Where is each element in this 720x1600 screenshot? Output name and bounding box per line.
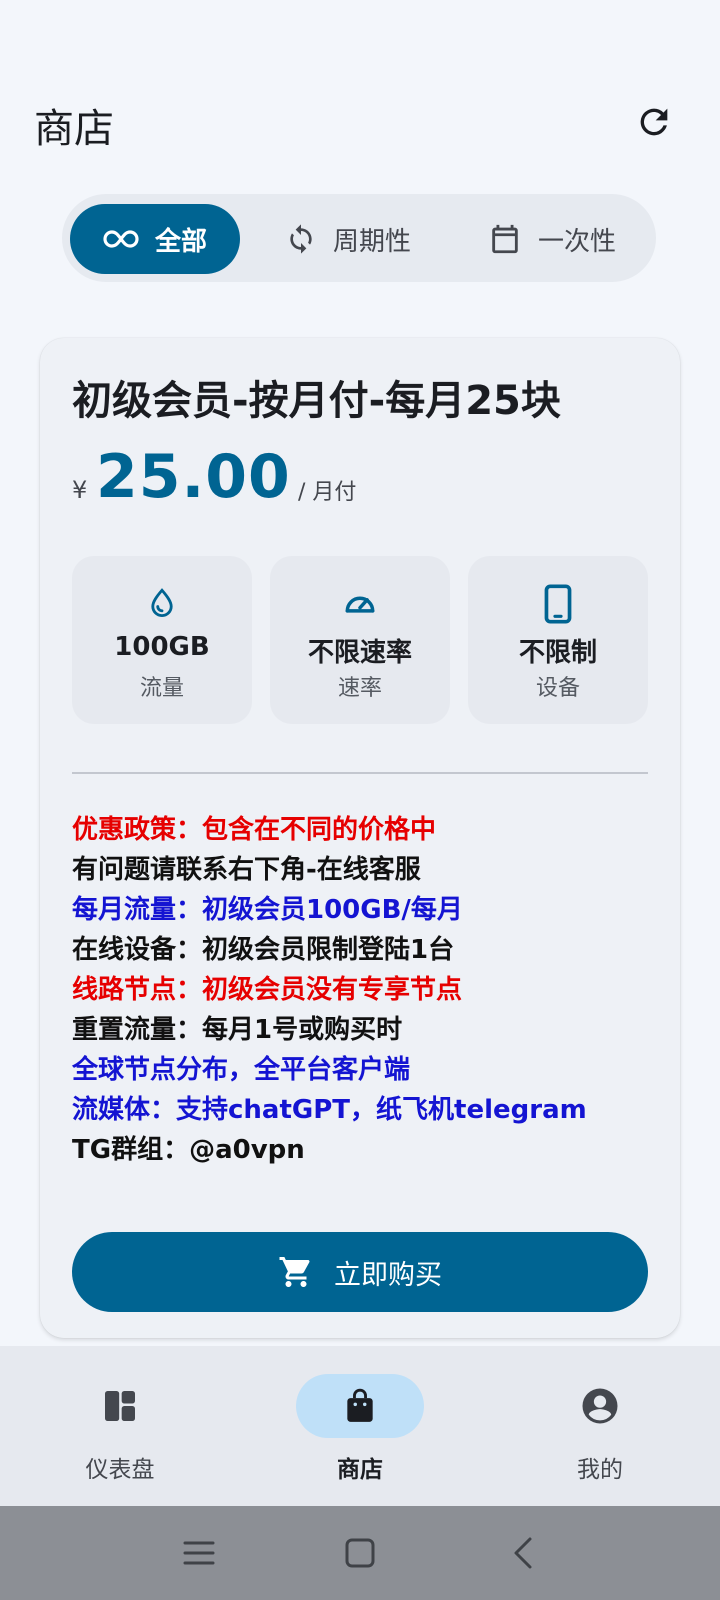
tab-periodic[interactable]: 周期性 xyxy=(258,204,438,274)
price-row: ¥ 25.00 / 月付 xyxy=(72,442,632,512)
feature-traffic: 100GB 流量 xyxy=(72,556,252,724)
buy-now-label: 立即购买 xyxy=(334,1259,442,1291)
description-line: 在线设备：初级会员限制登陆1台 xyxy=(72,935,455,965)
billing-period: / 月付 xyxy=(298,480,357,505)
description-line: 优惠政策：包含在不同的价格中 xyxy=(72,815,437,845)
feature-devices-label: 设备 xyxy=(535,676,580,701)
sync-icon xyxy=(290,224,312,254)
description-line: 流媒体：支持chatGPT，纸飞机telegram xyxy=(72,1095,587,1125)
speedometer-icon xyxy=(345,596,375,613)
feature-traffic-label: 流量 xyxy=(139,676,184,701)
description-line: 全球节点分布，全平台客户端 xyxy=(72,1055,411,1085)
plan-filter-segmented: 全部 周期性 一次性 xyxy=(62,194,656,282)
tab-all-label: 全部 xyxy=(154,226,207,257)
nav-store[interactable]: 商店 xyxy=(240,1346,480,1506)
phone-icon xyxy=(544,584,572,624)
feature-devices: 不限制 设备 xyxy=(468,556,648,724)
app-bar: 商店 xyxy=(0,0,720,190)
tab-periodic-label: 周期性 xyxy=(332,226,411,257)
system-back-button[interactable] xyxy=(498,1528,548,1578)
plan-card: 初级会员-按月付-每月25块 ¥ 25.00 / 月付 100GB 流量 不限速… xyxy=(40,338,680,1338)
currency-symbol: ¥ xyxy=(72,476,88,504)
description-line: 线路节点：初级会员没有专享节点 xyxy=(72,975,463,1005)
feature-devices-value: 不限制 xyxy=(518,638,597,668)
dashboard-icon xyxy=(105,1391,135,1421)
feature-speed-label: 速率 xyxy=(337,676,382,701)
tab-all[interactable]: 全部 xyxy=(70,204,240,274)
buy-now-button[interactable]: 立即购买 xyxy=(72,1232,648,1312)
page-title: 商店 xyxy=(34,106,114,152)
feature-traffic-value: 100GB xyxy=(114,632,210,662)
system-navigation-bar xyxy=(0,1506,720,1600)
water-drop-icon xyxy=(151,588,173,618)
tab-one-time[interactable]: 一次性 xyxy=(456,204,648,274)
home-square-icon xyxy=(345,1538,375,1568)
description-line: 有问题请联系右下角-在线客服 xyxy=(72,855,421,885)
infinity-icon xyxy=(103,230,139,248)
calendar-icon xyxy=(492,224,518,254)
back-chevron-icon xyxy=(514,1537,532,1569)
description-line: 重置流量：每月1号或购买时 xyxy=(72,1015,403,1045)
plan-description: 优惠政策：包含在不同的价格中 有问题请联系右下角-在线客服 每月流量：初级会员1… xyxy=(72,810,662,1170)
description-line: TG群组：@a0vpn xyxy=(72,1135,305,1165)
refresh-button[interactable] xyxy=(632,100,676,144)
nav-profile-label: 我的 xyxy=(577,1457,623,1483)
nav-store-label: 商店 xyxy=(337,1457,383,1483)
system-menu-button[interactable] xyxy=(174,1528,224,1578)
divider xyxy=(72,772,648,774)
plan-price: 25.00 xyxy=(96,442,291,512)
shopping-cart-icon xyxy=(279,1257,310,1287)
menu-icon xyxy=(183,1541,215,1565)
feature-speed-value: 不限速率 xyxy=(307,638,412,668)
refresh-icon xyxy=(640,108,668,136)
shopping-bag-icon xyxy=(347,1388,373,1422)
system-home-button[interactable] xyxy=(335,1528,385,1578)
plan-title: 初级会员-按月付-每月25块 xyxy=(72,378,561,424)
nav-dashboard[interactable]: 仪表盘 xyxy=(0,1346,240,1506)
bottom-navigation: 仪表盘 商店 我的 xyxy=(0,1346,720,1506)
nav-dashboard-label: 仪表盘 xyxy=(85,1457,155,1483)
account-circle-icon xyxy=(582,1388,618,1424)
tab-one-time-label: 一次性 xyxy=(537,226,616,257)
feature-speed: 不限速率 速率 xyxy=(270,556,450,724)
nav-profile[interactable]: 我的 xyxy=(480,1346,720,1506)
description-line: 每月流量：初级会员100GB/每月 xyxy=(72,895,463,925)
